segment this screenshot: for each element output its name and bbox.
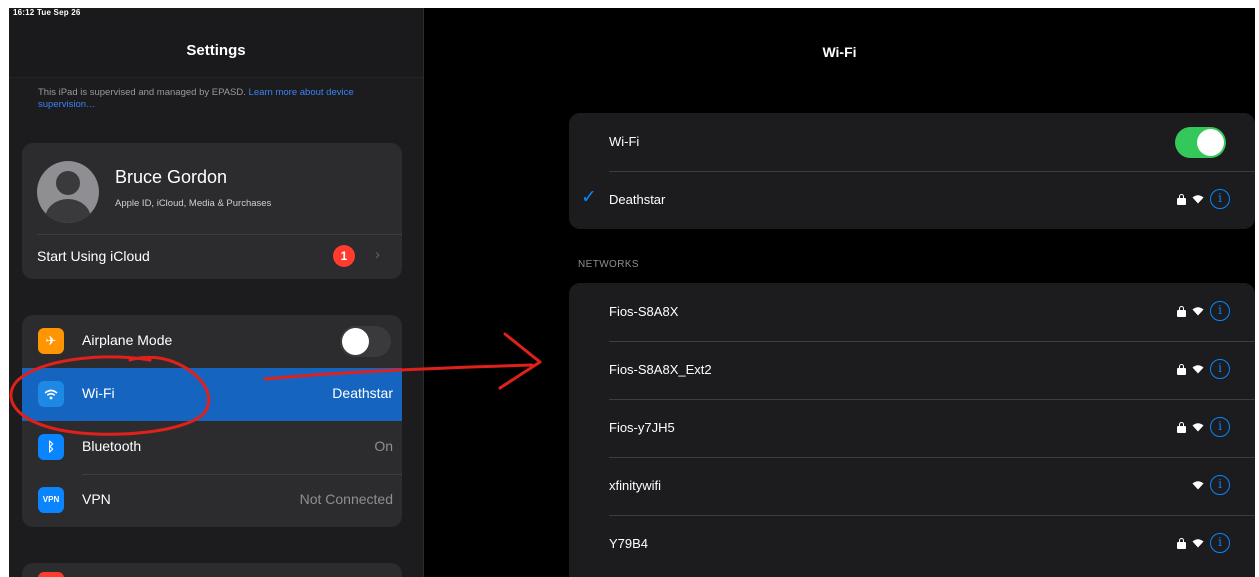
notification-badge: 1 [333, 245, 355, 267]
info-icon[interactable]: i [1210, 475, 1230, 495]
info-icon[interactable]: i [1210, 417, 1230, 437]
networks-section-header: NETWORKS [578, 259, 639, 270]
notifications-icon [38, 572, 64, 577]
info-icon[interactable]: i [1210, 301, 1230, 321]
wifi-status-group: Wi-Fi ✓ Deathstar i [569, 113, 1255, 229]
airplane-mode-toggle[interactable] [340, 326, 391, 357]
wifi-icon [38, 381, 64, 407]
settings-list-group: ✈ Airplane Mode Wi-Fi Deathstar ᛒ Blueto… [22, 315, 402, 527]
status-bar-time: 16:12 Tue Sep 26 [13, 8, 81, 17]
networks-list: Fios-S8A8X i Fios-S8A8X_Ext2 i Fios-y7JH… [569, 283, 1255, 577]
sidebar-item-airplane-mode[interactable]: ✈ Airplane Mode [22, 315, 402, 368]
lock-icon [1177, 421, 1186, 433]
icloud-label: Start Using iCloud [37, 248, 150, 264]
wifi-detail-pane: Wi-Fi Wi-Fi ✓ Deathstar i NETWORKS Fios-… [424, 8, 1255, 577]
info-icon[interactable]: i [1210, 359, 1230, 379]
ipad-screen: 16:12 Tue Sep 26 Settings This iPad is s… [9, 8, 1255, 577]
wifi-signal-icon [1192, 195, 1204, 204]
vpn-icon: VPN [38, 487, 64, 513]
sidebar-item-label: Wi-Fi [82, 385, 115, 401]
sidebar-item-wifi[interactable]: Wi-Fi Deathstar [22, 368, 402, 421]
network-row[interactable]: xfinitywifi i [569, 457, 1255, 515]
avatar [37, 161, 99, 223]
info-icon[interactable]: i [1210, 189, 1230, 209]
supervision-notice: This iPad is supervised and managed by E… [38, 87, 388, 111]
network-row[interactable]: Fios-S8A8X_Ext2 i [569, 341, 1255, 399]
sidebar-item-value: Not Connected [299, 491, 393, 507]
sidebar-item-label: Airplane Mode [82, 332, 173, 348]
info-icon[interactable]: i [1210, 533, 1230, 553]
wifi-signal-icon [1192, 365, 1204, 374]
chevron-right-icon: › [375, 246, 380, 263]
sidebar-item-label: VPN [82, 491, 111, 507]
profile-group: Bruce Gordon Apple ID, iCloud, Media & P… [22, 143, 402, 279]
supervision-text: This iPad is supervised and managed by E… [38, 87, 246, 98]
sidebar-item-value: On [374, 438, 393, 454]
connected-network-row[interactable]: ✓ Deathstar i [569, 171, 1255, 229]
network-row[interactable]: Y79B4 i [569, 515, 1255, 573]
lock-icon [1177, 537, 1186, 549]
settings-sidebar: 16:12 Tue Sep 26 Settings This iPad is s… [9, 8, 423, 577]
network-name: Fios-y7JH5 [609, 420, 675, 435]
wifi-toggle-row: Wi-Fi [569, 113, 1255, 171]
bluetooth-icon: ᛒ [38, 434, 64, 460]
sidebar-item-value: Deathstar [332, 385, 393, 401]
wifi-signal-icon [1192, 423, 1204, 432]
apple-id-row[interactable]: Bruce Gordon Apple ID, iCloud, Media & P… [22, 143, 402, 234]
network-row[interactable]: Fios-y7JH5 i [569, 399, 1255, 457]
sidebar-item-vpn[interactable]: VPN VPN Not Connected [22, 474, 402, 527]
sidebar-title: Settings [186, 42, 246, 59]
checkmark-icon: ✓ [581, 187, 597, 208]
sidebar-item-bluetooth[interactable]: ᛒ Bluetooth On [22, 421, 402, 474]
profile-name: Bruce Gordon [115, 167, 228, 187]
airplane-icon: ✈ [38, 328, 64, 354]
wifi-label: Wi-Fi [609, 134, 640, 149]
lock-icon [1177, 305, 1186, 317]
next-settings-group [22, 563, 402, 577]
lock-icon [1177, 363, 1186, 375]
connected-network-name: Deathstar [609, 192, 666, 207]
lock-icon [1177, 193, 1186, 205]
network-name: Y79B4 [609, 536, 649, 551]
wifi-signal-icon [1192, 539, 1204, 548]
wifi-signal-icon [1192, 481, 1204, 490]
network-name: Fios-S8A8X_Ext2 [609, 362, 712, 377]
network-row[interactable]: Fios-S8A8X i [569, 283, 1255, 341]
start-using-icloud-row[interactable]: Start Using iCloud 1 › [22, 234, 402, 279]
sidebar-item-label: Bluetooth [82, 438, 142, 454]
wifi-toggle[interactable] [1175, 127, 1226, 158]
network-name: xfinitywifi [609, 478, 662, 493]
wifi-signal-icon [1192, 307, 1204, 316]
profile-subtitle: Apple ID, iCloud, Media & Purchases [115, 198, 272, 209]
network-name: Fios-S8A8X [609, 304, 679, 319]
page-title: Wi-Fi [822, 44, 857, 60]
